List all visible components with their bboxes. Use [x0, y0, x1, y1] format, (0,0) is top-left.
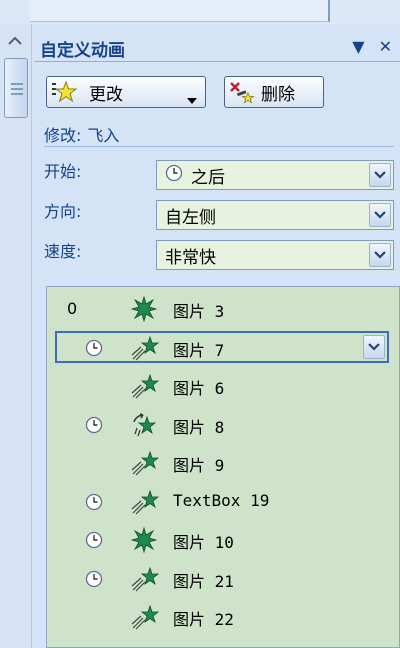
fly-effect-star-icon	[131, 489, 160, 519]
speed-select[interactable]: 非常快	[156, 240, 394, 270]
pane-header: 自定义动画 ▼ ✕	[34, 32, 400, 62]
list-item[interactable]: 图片 22	[47, 599, 399, 635]
item-name: 图片 8	[173, 417, 225, 437]
list-item[interactable]: 图片 10	[47, 522, 399, 558]
custom-animation-pane: 自定义动画 ▼ ✕ 更改 删除 修改: 飞入 开始: 之后 方向: 自左侧 速度…	[34, 24, 400, 648]
fly-effect-star-icon	[131, 604, 160, 634]
spin-effect-star-icon	[131, 412, 159, 442]
list-item[interactable]: 图片 9	[47, 445, 399, 481]
vertical-scrollbar[interactable]	[0, 24, 32, 648]
pane-menu-icon[interactable]: ▼	[352, 38, 364, 56]
pane-title: 自定义动画	[40, 41, 125, 61]
speed-label: 速度:	[44, 242, 82, 261]
list-item[interactable]: TextBox 19	[47, 484, 399, 520]
list-item[interactable]: 图片 6	[47, 368, 399, 404]
modify-effect-name: 飞入	[87, 126, 120, 145]
clock-icon	[85, 531, 103, 553]
fly-effect-star-icon	[131, 450, 160, 480]
change-label: 更改	[89, 84, 123, 105]
change-effect-button[interactable]: 更改	[46, 76, 206, 108]
burst-effect-star-icon	[130, 295, 158, 326]
fly-effect-star-icon	[131, 566, 160, 596]
clock-icon	[85, 339, 103, 361]
clock-icon	[85, 570, 103, 592]
burst-effect-star-icon	[130, 526, 158, 557]
add-effect-star-icon	[51, 80, 77, 104]
chevron-down-icon[interactable]	[369, 203, 391, 227]
scroll-up-arrow-icon[interactable]	[4, 34, 26, 48]
delete-effect-icon	[229, 80, 255, 104]
item-name: 图片 21	[173, 571, 234, 591]
modify-effect-line: 修改: 飞入	[44, 122, 119, 146]
start-value: 之后	[191, 167, 225, 188]
fly-effect-star-icon	[131, 373, 160, 403]
list-item[interactable]: 图片 21	[47, 561, 399, 597]
list-item[interactable]: 图片 8	[47, 407, 399, 443]
item-name: 图片 9	[173, 456, 225, 475]
item-name: 图片 10	[173, 533, 234, 552]
close-icon[interactable]: ✕	[379, 38, 392, 56]
direction-select[interactable]: 自左侧	[156, 200, 394, 230]
top-strip	[0, 0, 400, 24]
clock-icon	[165, 164, 183, 187]
animation-effect-list[interactable]: 0 图片 3 图片 7 图片 6 图片 8 图片 9 TextBox 19 图片 10 图片 2…	[46, 286, 400, 648]
thumb-grip-line	[11, 88, 23, 90]
direction-value: 自左侧	[165, 207, 216, 228]
clock-icon	[85, 493, 103, 515]
divider	[44, 146, 394, 147]
item-name: 图片 6	[173, 379, 225, 398]
thumb-grip-line	[11, 83, 23, 85]
speed-value: 非常快	[165, 247, 216, 268]
list-item[interactable]: 图片 7	[47, 330, 399, 366]
delete-button[interactable]: 删除	[224, 76, 324, 108]
chevron-down-icon	[187, 89, 197, 109]
start-label: 开始:	[44, 162, 82, 181]
fly-effect-star-icon	[131, 335, 160, 365]
item-name: 图片 3	[173, 302, 225, 321]
item-number: 0	[67, 299, 78, 318]
window-edge	[30, 0, 330, 22]
item-name: 图片 22	[173, 610, 234, 629]
item-name: 图片 7	[173, 340, 225, 360]
delete-label: 删除	[261, 84, 295, 105]
start-select[interactable]: 之后	[156, 160, 394, 190]
list-item[interactable]: 0 图片 3	[47, 291, 399, 327]
chevron-down-icon[interactable]	[369, 243, 391, 267]
modify-prefix: 修改:	[44, 126, 82, 145]
scroll-thumb[interactable]	[4, 58, 28, 118]
item-name: TextBox 19	[173, 490, 270, 510]
chevron-down-icon[interactable]	[369, 163, 391, 187]
direction-label: 方向:	[44, 202, 82, 221]
chevron-down-icon[interactable]	[363, 334, 385, 359]
thumb-grip-line	[11, 93, 23, 95]
clock-icon	[85, 416, 103, 438]
